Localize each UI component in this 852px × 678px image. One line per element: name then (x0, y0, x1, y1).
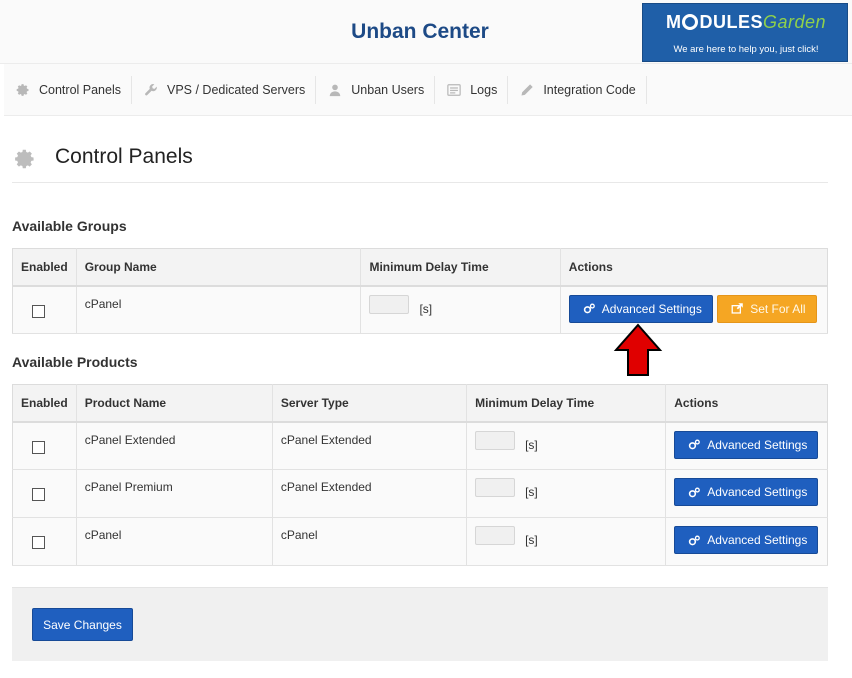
button-label: Advanced Settings (601, 301, 702, 316)
table-header-row: Enabled Group Name Minimum Delay Time Ac… (12, 248, 828, 287)
nav-label: Unban Users (351, 82, 425, 97)
min-delay-input[interactable] (475, 478, 516, 497)
enabled-checkbox[interactable] (32, 488, 45, 501)
product-name: cPanel (76, 517, 273, 566)
nav-label: VPS / Dedicated Servers (167, 82, 306, 97)
gear-icon (16, 83, 30, 97)
advanced-settings-button[interactable]: Advanced Settings (674, 526, 819, 554)
nav-label: Integration Code (543, 82, 636, 97)
page-title: Control Panels (55, 145, 193, 168)
column-header: Product Name (76, 384, 273, 423)
red-arrow-annotation (613, 323, 663, 376)
column-header: Minimum Delay Time (360, 248, 561, 287)
enabled-checkbox[interactable] (32, 440, 45, 454)
server-type: cPanel Extended (272, 469, 468, 518)
column-header: Enabled (12, 384, 77, 423)
main-nav: Control Panels VPS / Dedicated Servers U… (4, 64, 852, 116)
user-icon (328, 83, 342, 97)
products-heading: Available Products (12, 354, 138, 370)
nav-label: Logs (470, 82, 498, 97)
modulesgarden-banner[interactable]: M DULESGarden We are here to help you, ju… (642, 3, 848, 62)
save-changes-button[interactable]: Save Changes (32, 608, 133, 641)
button-label: Advanced Settings (707, 533, 808, 547)
min-delay-input[interactable] (475, 430, 516, 450)
server-type: cPanel (272, 517, 468, 566)
nav-item-control-panels[interactable]: Control Panels (4, 75, 132, 104)
product-name: cPanel Extended (76, 421, 273, 470)
pencil-icon (520, 83, 534, 97)
table-row: cPanel cPanel [s] Advanced Settings (12, 517, 828, 566)
column-header[interactable]: Actions (560, 248, 828, 287)
enabled-checkbox[interactable] (32, 304, 45, 318)
gears-icon (688, 534, 701, 547)
server-type: cPanel Extended (272, 421, 468, 470)
delay-unit: [s] (525, 533, 538, 547)
nav-item-logs[interactable]: Logs (435, 75, 509, 104)
set-for-all-button[interactable]: Set For All (717, 294, 817, 323)
min-delay-input[interactable] (369, 294, 410, 314)
delay-unit: [s] (525, 485, 538, 499)
button-label: Advanced Settings (707, 437, 808, 452)
button-label: Advanced Settings (707, 485, 808, 499)
column-header: Enabled (12, 248, 77, 287)
gear-icon (14, 148, 36, 170)
nav-item-integration-code[interactable]: Integration Code (508, 75, 647, 104)
advanced-settings-button[interactable]: Advanced Settings (674, 478, 819, 506)
button-label: Set For All (750, 301, 806, 316)
gears-icon (688, 486, 701, 499)
share-icon (731, 302, 744, 315)
nav-item-vps-dedicated[interactable]: VPS / Dedicated Servers (132, 75, 317, 104)
column-header: Group Name (76, 248, 362, 287)
gears-icon (583, 302, 596, 315)
column-header: Minimum Delay Time (466, 384, 667, 423)
form-footer: Save Changes (12, 587, 828, 661)
column-header: Actions (665, 384, 828, 423)
advanced-settings-button[interactable]: Advanced Settings (674, 430, 819, 459)
wrench-icon (144, 83, 158, 97)
modulesgarden-logo: M DULESGarden (665, 12, 827, 32)
group-name: cPanel (76, 285, 362, 334)
groups-table: Enabled Group Name Minimum Delay Time Ac… (12, 248, 828, 334)
delay-unit: [s] (525, 437, 538, 452)
groups-heading: Available Groups (12, 218, 127, 234)
table-header-row: Enabled Product Name Server Type Minimum… (12, 384, 828, 423)
nav-item-unban-users[interactable]: Unban Users (316, 75, 436, 104)
table-row: cPanel [s] Advanced Settings Set For All (12, 285, 828, 334)
enabled-checkbox[interactable] (32, 536, 45, 549)
table-row: cPanel Extended cPanel Extended [s] Adva… (12, 421, 828, 470)
product-name: cPanel Premium (76, 469, 273, 518)
gears-icon (688, 438, 701, 451)
page-header: Control Panels (12, 143, 828, 183)
header: Unban Center M DULESGarden We are here to… (0, 0, 852, 64)
column-header: Server Type (272, 384, 468, 423)
list-icon (447, 83, 461, 97)
advanced-settings-button[interactable]: Advanced Settings (568, 294, 713, 323)
nav-label: Control Panels (39, 82, 121, 97)
banner-tagline: We are here to help you, just click! (673, 44, 819, 55)
min-delay-input[interactable] (475, 526, 516, 545)
table-row: cPanel Premium cPanel Extended [s] Advan… (12, 469, 828, 518)
delay-unit: [s] (419, 301, 433, 316)
products-table: Enabled Product Name Server Type Minimum… (12, 384, 828, 566)
